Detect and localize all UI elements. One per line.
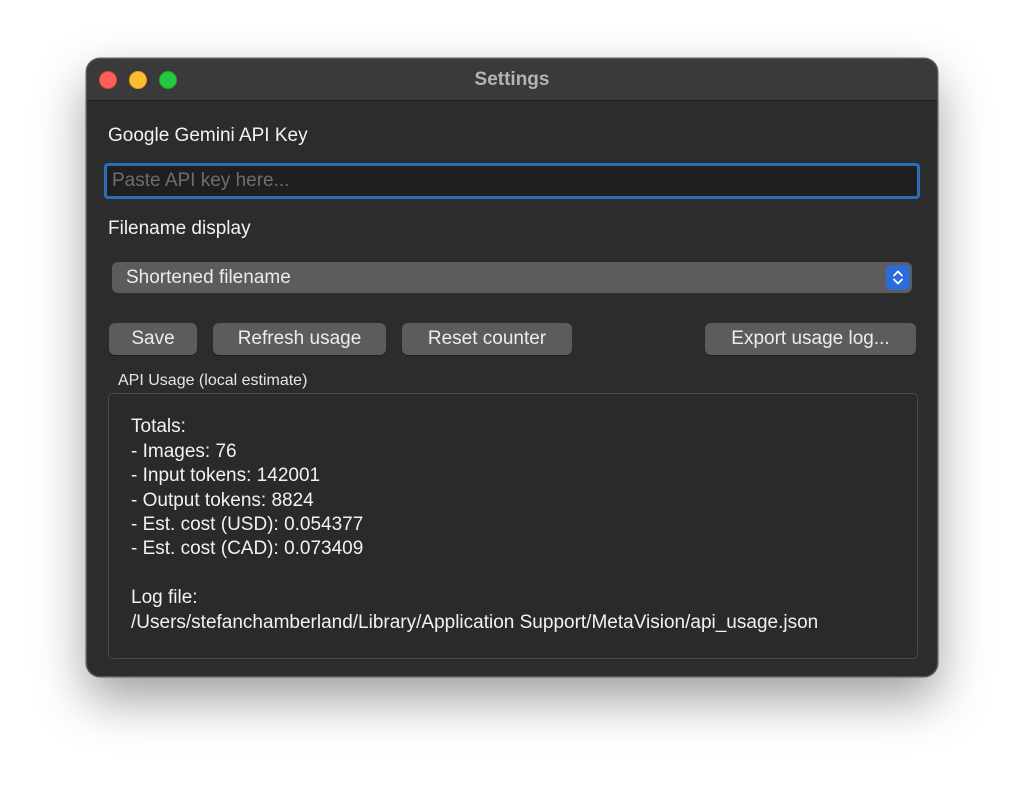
refresh-usage-button[interactable]: Refresh usage: [213, 323, 386, 355]
totals-heading: Totals:: [131, 416, 186, 437]
log-file-path: /Users/stefanchamberland/Library/Applica…: [131, 612, 819, 633]
usage-input-tokens: - Input tokens: 142001: [131, 465, 321, 486]
usage-output-tokens: - Output tokens: 8824: [131, 490, 314, 511]
reset-counter-button[interactable]: Reset counter: [402, 323, 572, 355]
title-bar[interactable]: Settings: [87, 59, 937, 101]
chevron-up-down-icon[interactable]: [886, 265, 910, 290]
filename-display-selected-value: Shortened filename: [126, 267, 291, 288]
usage-images: - Images: 76: [131, 441, 237, 462]
export-usage-log-button[interactable]: Export usage log...: [705, 323, 916, 355]
api-usage-group-label: API Usage (local estimate): [118, 372, 308, 389]
api-key-input[interactable]: [104, 163, 920, 199]
filename-display-label: Filename display: [108, 218, 251, 239]
save-button[interactable]: Save: [109, 323, 197, 355]
filename-display-select[interactable]: Shortened filename: [112, 262, 912, 293]
settings-window: Settings Google Gemini API Key Filename …: [86, 58, 938, 677]
usage-cost-usd: - Est. cost (USD): 0.054377: [131, 514, 364, 535]
window-title: Settings: [474, 69, 550, 90]
api-usage-panel: Totals: - Images: 76 - Input tokens: 142…: [108, 393, 918, 659]
api-key-label: Google Gemini API Key: [108, 125, 308, 146]
log-file-heading: Log file:: [131, 587, 198, 608]
usage-cost-cad: - Est. cost (CAD): 0.073409: [131, 538, 364, 559]
